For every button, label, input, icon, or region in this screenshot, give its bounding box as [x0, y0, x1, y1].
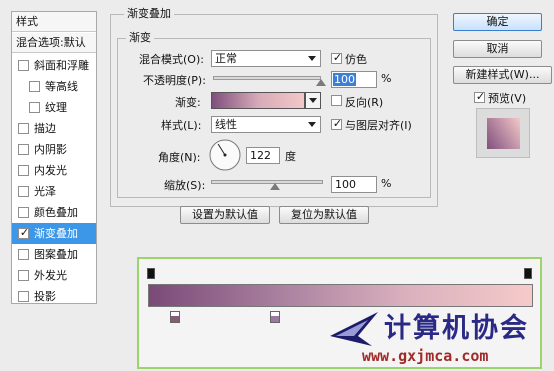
style-item-satin[interactable]: 光泽	[12, 181, 96, 202]
gradient-dropdown-button[interactable]	[305, 92, 321, 109]
style-item-label: 颜色叠加	[34, 206, 78, 219]
blend-mode-select[interactable]: 正常	[211, 50, 321, 67]
style-item-gradient-overlay[interactable]: ✓ 渐变叠加	[12, 223, 96, 244]
angle-value: 122	[250, 149, 271, 162]
angle-input[interactable]: 122	[246, 147, 280, 164]
style-item-label: 光泽	[34, 185, 56, 198]
style-item-label: 内阴影	[34, 143, 67, 156]
watermark-url: www.gxjmca.com	[362, 347, 489, 365]
opacity-stop-right[interactable]	[524, 268, 532, 279]
checkmark-icon: ✓	[332, 51, 343, 64]
set-default-button[interactable]: 设置为默认值	[180, 206, 270, 224]
style-item-stroke[interactable]: 描边	[12, 118, 96, 139]
texture-checkbox[interactable]	[29, 102, 40, 113]
scale-slider-track[interactable]	[211, 180, 323, 184]
style-item-label: 投影	[34, 290, 56, 303]
chevron-down-icon	[309, 98, 317, 103]
style-item-inner-glow[interactable]: 内发光	[12, 160, 96, 181]
drop-shadow-checkbox[interactable]	[18, 291, 29, 302]
scale-unit: %	[381, 177, 392, 190]
reverse-label: 反向(R)	[345, 96, 384, 109]
style-item-label: 描边	[34, 122, 56, 135]
opacity-input[interactable]: 100	[331, 71, 377, 88]
styles-list: 样式 混合选项:默认 斜面和浮雕 等高线 纹理 描边 内阴影 内发光 光泽 颜色…	[11, 11, 97, 304]
bevel-checkbox[interactable]	[18, 60, 29, 71]
opacity-slider-track[interactable]	[213, 76, 321, 80]
watermark-logo-icon	[330, 312, 378, 346]
pattern-overlay-checkbox[interactable]	[18, 249, 29, 260]
style-label: 样式(L):	[161, 119, 202, 132]
scale-input[interactable]: 100	[331, 176, 377, 193]
style-item-inner-shadow[interactable]: 内阴影	[12, 139, 96, 160]
outer-glow-checkbox[interactable]	[18, 270, 29, 281]
preview-checkbox[interactable]: ✓	[474, 90, 486, 103]
new-style-button[interactable]: 新建样式(W)...	[453, 66, 552, 84]
style-item-label: 纹理	[45, 101, 67, 114]
scale-label: 缩放(S):	[164, 179, 206, 192]
reset-default-button[interactable]: 复位为默认值	[279, 206, 369, 224]
style-item-label: 等高线	[45, 80, 78, 93]
style-item-texture[interactable]: 纹理	[12, 97, 96, 118]
inner-shadow-checkbox[interactable]	[18, 144, 29, 155]
checkmark-icon: ✓	[19, 226, 30, 239]
dither-label: 仿色	[345, 53, 367, 66]
contour-checkbox[interactable]	[29, 81, 40, 92]
chevron-down-icon	[308, 122, 316, 127]
gradient-overlay-checkbox[interactable]: ✓	[18, 226, 30, 239]
opacity-label: 不透明度(P):	[143, 74, 206, 87]
angle-label: 角度(N):	[158, 151, 201, 164]
color-stop[interactable]	[270, 311, 281, 323]
style-item-color-overlay[interactable]: 颜色叠加	[12, 202, 96, 223]
checkmark-icon: ✓	[332, 117, 343, 130]
preview-label: 预览(V)	[488, 92, 527, 105]
blend-mode-value: 正常	[215, 52, 237, 65]
cancel-button[interactable]: 取消	[453, 40, 542, 58]
style-item-label: 外发光	[34, 269, 67, 282]
satin-checkbox[interactable]	[18, 186, 29, 197]
scale-slider-thumb[interactable]	[270, 183, 280, 190]
opacity-stop-left[interactable]	[147, 268, 155, 279]
blend-options-item[interactable]: 混合选项:默认	[12, 33, 96, 53]
checkmark-icon: ✓	[475, 90, 486, 103]
watermark-title: 计算机协会	[384, 313, 529, 344]
gradient-label: 渐变:	[175, 96, 201, 109]
style-item-label: 渐变叠加	[34, 227, 78, 240]
style-item-label: 斜面和浮雕	[34, 59, 89, 72]
style-item-label: 内发光	[34, 164, 67, 177]
ok-button[interactable]: 确定	[453, 13, 542, 31]
color-stop[interactable]	[169, 311, 180, 323]
scale-value: 100	[335, 178, 356, 191]
style-select[interactable]: 线性	[211, 116, 321, 133]
blend-mode-label: 混合模式(O):	[139, 53, 204, 66]
align-layer-checkbox[interactable]: ✓	[331, 117, 343, 130]
style-item-bevel[interactable]: 斜面和浮雕	[12, 55, 96, 76]
style-item-pattern-overlay[interactable]: 图案叠加	[12, 244, 96, 265]
style-item-contour[interactable]: 等高线	[12, 76, 96, 97]
gradient-preview[interactable]	[211, 92, 305, 109]
panel-title: 渐变叠加	[124, 8, 174, 20]
style-item-outer-glow[interactable]: 外发光	[12, 265, 96, 286]
color-overlay-checkbox[interactable]	[18, 207, 29, 218]
chevron-down-icon	[308, 56, 316, 61]
angle-center-dot	[223, 153, 227, 157]
style-item-label: 图案叠加	[34, 248, 78, 261]
opacity-unit: %	[381, 72, 392, 85]
preview-thumbnail	[476, 108, 530, 158]
reverse-checkbox[interactable]	[331, 95, 342, 106]
styles-header: 样式	[12, 12, 96, 32]
style-item-drop-shadow[interactable]: 投影	[12, 286, 96, 307]
align-layer-label: 与图层对齐(I)	[345, 119, 412, 132]
preview-gradient-square	[487, 118, 520, 149]
style-value: 线性	[215, 118, 237, 131]
opacity-value: 100	[333, 73, 356, 86]
stroke-checkbox[interactable]	[18, 123, 29, 134]
dither-checkbox[interactable]: ✓	[331, 51, 343, 64]
angle-dial[interactable]	[208, 138, 242, 172]
group-title: 渐变	[126, 32, 154, 44]
opacity-slider-thumb[interactable]	[316, 79, 326, 86]
watermark: 计算机协会 www.gxjmca.com	[322, 302, 554, 371]
angle-unit: 度	[285, 150, 296, 163]
inner-glow-checkbox[interactable]	[18, 165, 29, 176]
